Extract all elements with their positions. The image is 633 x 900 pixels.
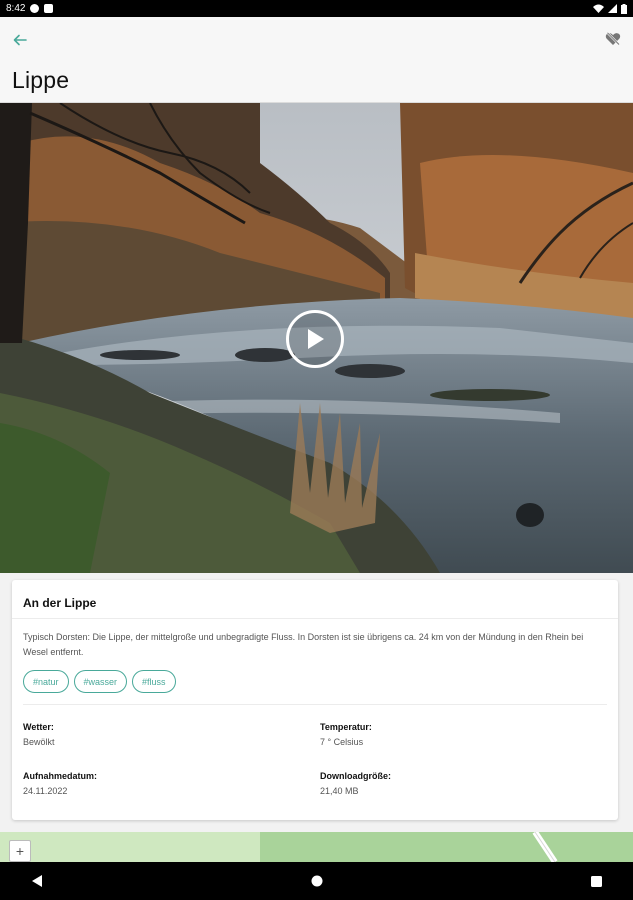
back-button[interactable]	[8, 28, 32, 52]
temperature-info: Temperatur: 7 ° Celsius	[320, 722, 372, 747]
capture-date-info: Aufnahmedatum: 24.11.2022	[23, 771, 97, 796]
divider	[23, 704, 607, 705]
wifi-icon	[593, 4, 604, 13]
map-view[interactable]: +	[0, 832, 633, 862]
nav-back-button[interactable]	[30, 874, 44, 888]
download-size-value: 21,40 MB	[320, 786, 359, 796]
weather-label: Wetter:	[23, 722, 54, 732]
status-bar: 8:42	[0, 0, 633, 17]
square-recents-icon	[590, 875, 602, 887]
capture-date-label: Aufnahmedatum:	[23, 771, 97, 781]
status-bar-right	[593, 3, 627, 14]
status-bar-left: 8:42	[6, 3, 54, 14]
page-title: Lippe	[12, 67, 70, 93]
tag-list: #natur #wasser #fluss	[23, 670, 176, 693]
cellular-icon	[608, 4, 617, 13]
battery-icon	[621, 3, 627, 14]
heart-off-icon	[605, 32, 621, 46]
triangle-back-icon	[31, 875, 42, 887]
temperature-value: 7 ° Celsius	[320, 737, 364, 747]
tag-chip[interactable]: #fluss	[132, 670, 176, 693]
zoom-in-button[interactable]: +	[9, 840, 31, 862]
sd-card-icon	[44, 4, 54, 13]
tag-chip[interactable]: #wasser	[73, 670, 128, 693]
download-size-info: Downloadgröße: 21,40 MB	[320, 771, 391, 796]
map-tiles	[0, 832, 633, 862]
capture-date-value: 24.11.2022	[23, 786, 68, 796]
nav-recents-button[interactable]	[589, 874, 603, 888]
download-size-label: Downloadgröße:	[320, 771, 391, 781]
system-nav-bar	[0, 862, 633, 900]
weather-info: Wetter: Bewölkt	[23, 722, 55, 747]
arrow-back-icon	[13, 34, 27, 46]
tag-chip[interactable]: #natur	[23, 670, 69, 693]
nav-home-button[interactable]	[310, 874, 324, 888]
notification-icon	[30, 4, 40, 13]
details-card: An der Lippe Typisch Dorsten: Die Lippe,…	[12, 580, 618, 820]
status-time: 8:42	[6, 3, 26, 14]
card-heading: An der Lippe	[23, 596, 97, 610]
app-bar: Lippe	[0, 17, 633, 103]
play-icon	[308, 329, 324, 349]
circle-home-icon	[311, 875, 322, 887]
description-text: Typisch Dorsten: Die Lippe, der mittelgr…	[23, 632, 584, 657]
video-preview[interactable]	[0, 103, 633, 573]
temperature-label: Temperatur:	[320, 722, 372, 732]
weather-value: Bewölkt	[23, 737, 55, 747]
favorite-button[interactable]	[601, 27, 625, 51]
play-button[interactable]	[286, 310, 344, 368]
divider	[12, 618, 618, 619]
